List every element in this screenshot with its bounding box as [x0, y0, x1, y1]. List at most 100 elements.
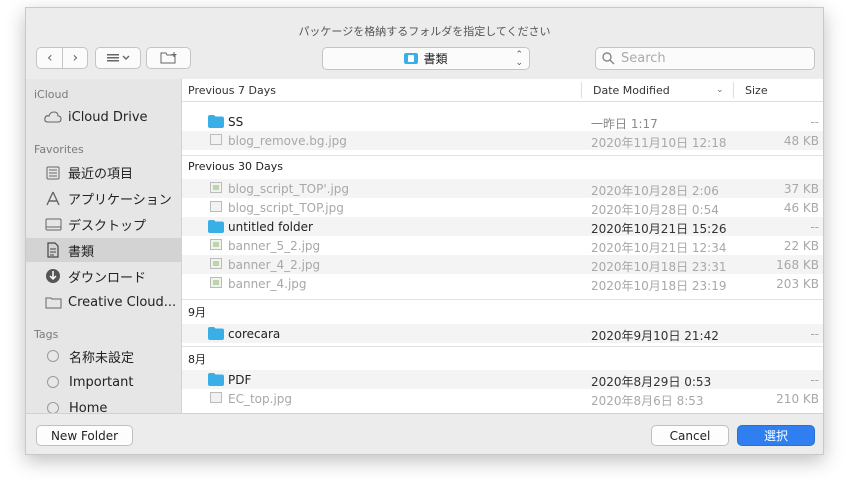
column-header-size[interactable]: Size [745, 84, 768, 97]
image-file-icon [210, 258, 222, 269]
file-size: 210 KB [776, 392, 819, 406]
group-header: 8月 [188, 353, 206, 366]
new-folder-icon [160, 52, 176, 64]
documents-folder-icon [404, 53, 419, 64]
file-size: 203 KB [776, 277, 819, 291]
file-name: corecara [228, 327, 281, 341]
sidebar-item-desktop[interactable]: デスクトップ [26, 212, 181, 236]
file-name: PDF [228, 373, 252, 387]
location-label: 書類 [423, 52, 448, 66]
bottom-bar: New Folder Cancel 選択 [26, 413, 823, 454]
file-date: 2020年8月6日 8:53 [591, 394, 704, 408]
choose-button[interactable]: 選択 [737, 425, 815, 446]
sidebar-item-documents[interactable]: 書類 [26, 238, 181, 262]
new-folder-toolbar-button[interactable] [146, 47, 191, 69]
recents-icon [43, 164, 63, 180]
file-name: EC_top.jpg [228, 392, 293, 406]
column-divider[interactable] [581, 82, 582, 98]
file-date: 2020年10月18日 23:19 [591, 279, 727, 293]
file-date: 2020年10月21日 15:26 [591, 222, 727, 236]
file-name: banner_4_2.jpg [228, 258, 321, 272]
file-row[interactable]: banner_5_2.jpg 2020年10月21日 12:34 22 KB [182, 236, 823, 255]
file-name: banner_5_2.jpg [228, 239, 321, 253]
file-row[interactable]: PDF 2020年8月29日 0:53 -- [182, 370, 823, 389]
sidebar-item-label: Important [69, 374, 134, 390]
file-row[interactable]: corecara 2020年9月10日 21:42 -- [182, 324, 823, 343]
file-name: untitled folder [228, 220, 313, 234]
sidebar-item-label: アプリケーション [68, 192, 172, 208]
file-size: 37 KB [783, 182, 819, 196]
file-name: blog_remove.bg.jpg [228, 134, 347, 148]
file-size: 22 KB [783, 239, 819, 253]
image-file-icon [210, 239, 222, 250]
sidebar-item-icloud-drive[interactable]: iCloud Drive [26, 105, 181, 129]
file-row[interactable]: SS 一昨日 1:17 -- [182, 112, 823, 131]
sidebar-section-icloud: iCloud [34, 88, 69, 101]
sidebar-section-tags: Tags [34, 328, 59, 341]
chevron-left-icon: ‹ [46, 50, 53, 66]
file-row[interactable]: banner_4_2.jpg 2020年10月18日 23:31 168 KB [182, 255, 823, 274]
tag-dot-icon [47, 350, 59, 362]
sidebar-item-creative-cloud[interactable]: Creative Cloud... [26, 290, 181, 314]
sidebar-item-label: ダウンロード [68, 270, 147, 286]
sidebar-tag-untitled[interactable]: 名称未設定 [26, 344, 181, 368]
folder-icon [43, 294, 63, 310]
file-size: -- [810, 373, 819, 387]
file-date: 2020年10月28日 2:06 [591, 184, 719, 198]
open-dialog: パッケージを格納するフォルダを指定してください ‹ › 書類 ⌃ ⌄ Searc… [25, 7, 824, 455]
column-header: Previous 7 Days Date Modified ⌄ Size [182, 79, 823, 102]
nav-buttons: ‹ › [36, 47, 88, 69]
forward-button[interactable]: › [63, 48, 87, 68]
file-date: 2020年8月29日 0:53 [591, 375, 712, 389]
file-date: 2020年10月28日 0:54 [591, 203, 719, 217]
cloud-icon [43, 109, 63, 125]
sidebar-section-favorites: Favorites [34, 143, 84, 156]
file-row[interactable]: EC_top.jpg 2020年8月6日 8:53 210 KB [182, 389, 823, 408]
group-divider [182, 155, 823, 156]
group-header: Previous 30 Days [188, 160, 283, 173]
image-file-icon [210, 277, 222, 288]
view-mode-button[interactable] [95, 47, 141, 69]
sidebar-item-label: iCloud Drive [68, 109, 148, 125]
list-view-icon [107, 54, 130, 62]
sidebar-item-downloads[interactable]: ダウンロード [26, 264, 181, 288]
sidebar-item-recents[interactable]: 最近の項目 [26, 160, 181, 184]
sidebar-item-applications[interactable]: アプリケーション [26, 186, 181, 210]
file-row[interactable]: blog_script_TOP'.jpg 2020年10月28日 2:06 37… [182, 179, 823, 198]
cancel-button[interactable]: Cancel [651, 425, 729, 446]
file-name: blog_script_TOP.jpg [228, 201, 344, 215]
location-popup[interactable]: 書類 ⌃ ⌄ [322, 47, 530, 70]
file-row[interactable]: untitled folder 2020年10月21日 15:26 -- [182, 217, 823, 236]
file-row[interactable]: blog_remove.bg.jpg 2020年11月10日 12:18 48 … [182, 131, 823, 150]
download-icon [43, 268, 63, 284]
sidebar-item-label: 名称未設定 [69, 350, 135, 366]
file-date: 一昨日 1:17 [591, 117, 658, 131]
folder-icon [208, 373, 224, 386]
new-folder-button[interactable]: New Folder [36, 425, 133, 446]
tag-dot-icon [47, 376, 59, 388]
column-divider[interactable] [733, 82, 734, 98]
column-header-date[interactable]: Date Modified [593, 84, 670, 97]
group-divider [182, 299, 823, 300]
sidebar-tag-important[interactable]: Important [26, 370, 181, 394]
document-icon [43, 242, 63, 258]
search-placeholder: Search [621, 51, 666, 66]
search-icon [602, 52, 615, 65]
sidebar: iCloud iCloud Drive Favorites 最近の項目 アプリケ… [26, 79, 182, 416]
file-row[interactable]: blog_script_TOP.jpg 2020年10月28日 0:54 46 … [182, 198, 823, 217]
desktop-icon [43, 216, 63, 232]
updown-chevron-icon: ⌃ ⌄ [515, 50, 523, 68]
file-date: 2020年9月10日 21:42 [591, 329, 719, 343]
sidebar-item-label: 書類 [68, 244, 95, 260]
group-divider [182, 346, 823, 347]
file-size: 168 KB [776, 258, 819, 272]
image-file-icon [210, 182, 222, 193]
sort-chevron-icon: ⌄ [716, 85, 724, 95]
file-row[interactable]: banner_4.jpg 2020年10月18日 23:19 203 KB [182, 274, 823, 293]
file-size: 48 KB [783, 134, 819, 148]
back-button[interactable]: ‹ [37, 48, 64, 68]
search-field[interactable]: Search [595, 47, 815, 70]
file-date: 2020年10月18日 23:31 [591, 260, 727, 274]
file-date: 2020年10月21日 12:34 [591, 241, 727, 255]
file-name: blog_script_TOP'.jpg [228, 182, 350, 196]
